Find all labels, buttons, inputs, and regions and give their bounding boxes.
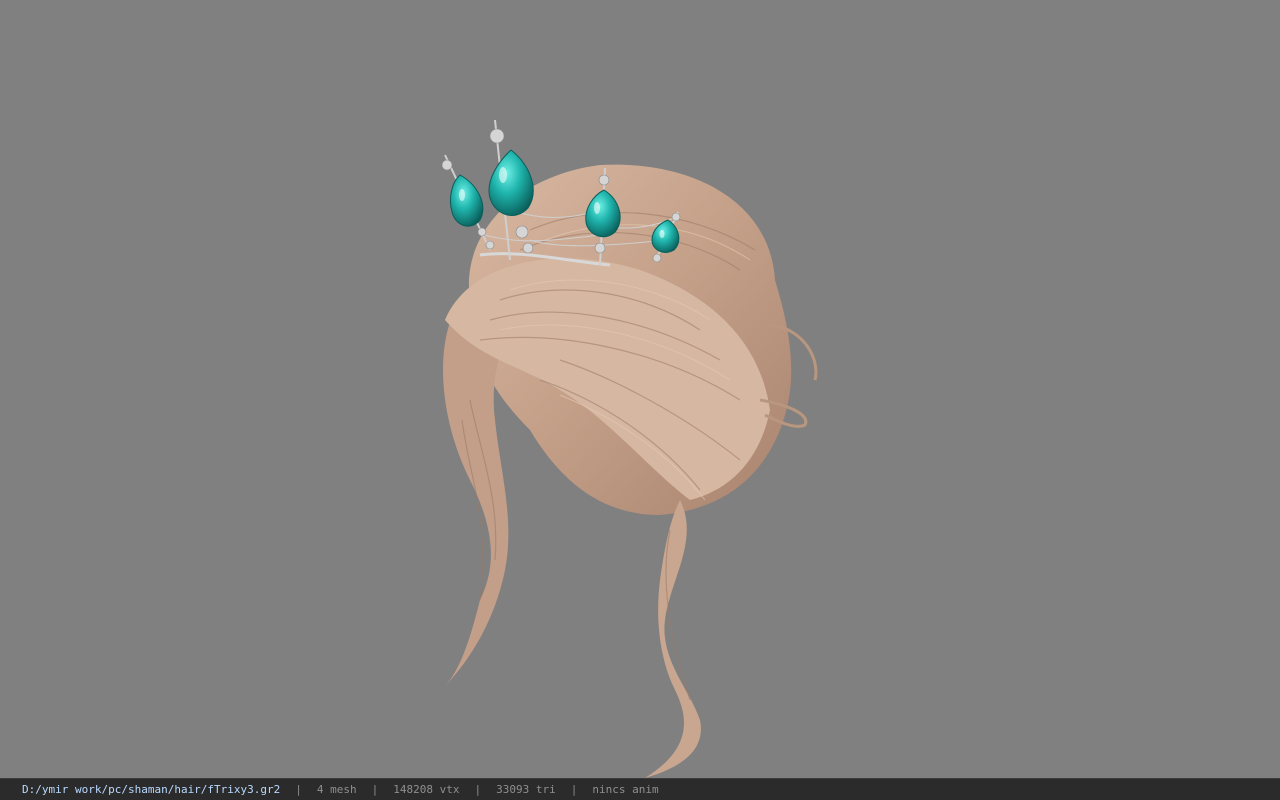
separator: | [295, 783, 302, 796]
separator: | [371, 783, 379, 796]
hair-model-render[interactable] [0, 0, 1280, 778]
status-bar: D:/ymir work/pc/shaman/hair/fTrixy3.gr2 … [0, 778, 1280, 800]
hair-mesh [443, 164, 818, 778]
3d-viewport[interactable] [0, 0, 1280, 778]
separator: | [474, 783, 482, 796]
separator: | [570, 783, 578, 796]
vertex-count: 148208 vtx [393, 783, 460, 796]
triangle-count: 33093 tri [496, 783, 556, 796]
animation-status: nincs anim [592, 783, 659, 796]
file-path: D:/ymir work/pc/shaman/hair/fTrixy3.gr2 [22, 783, 281, 796]
mesh-count: 4 mesh [316, 783, 357, 796]
